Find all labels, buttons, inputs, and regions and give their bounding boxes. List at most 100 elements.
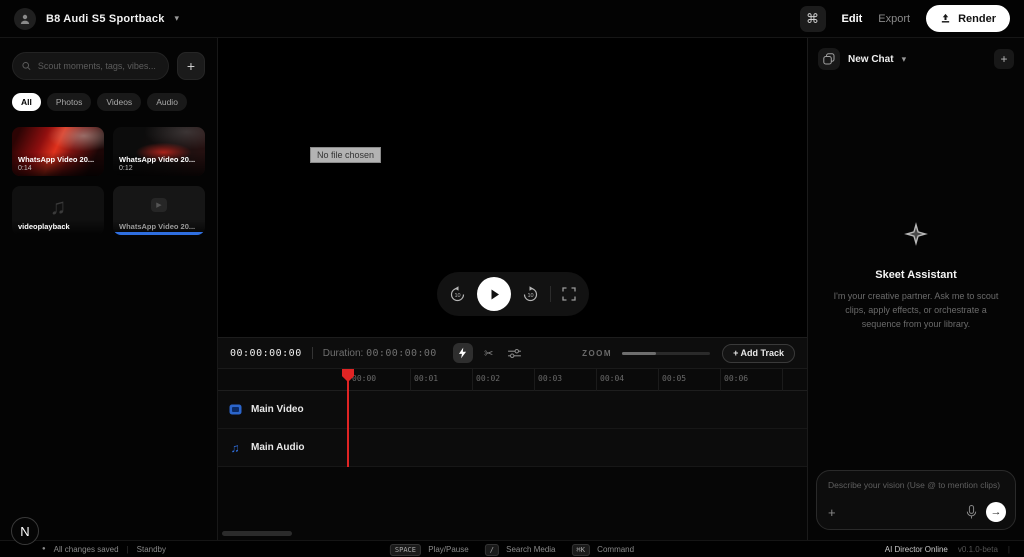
timeline-ruler[interactable]: 00:00 00:01 00:02 00:03 00:04 00:05 00:0… bbox=[218, 369, 807, 391]
magnetic-snap-button[interactable] bbox=[452, 343, 473, 363]
status-bar: ● All changes saved | Standby SPACE Play… bbox=[0, 540, 1024, 557]
play-icon bbox=[491, 289, 499, 299]
track-label: Main Audio bbox=[251, 442, 305, 453]
chevron-down-icon: ▾ bbox=[174, 13, 180, 23]
search-icon bbox=[22, 61, 31, 71]
chats-icon bbox=[823, 53, 835, 65]
ruler-tick-label: 00:06 bbox=[724, 374, 749, 383]
skip-back-10-button[interactable]: 10 bbox=[449, 285, 466, 303]
assistant-description: I'm your creative partner. Ask me to sco… bbox=[833, 291, 999, 329]
chat-sessions-button[interactable] bbox=[818, 48, 840, 70]
file-input[interactable]: No file chosen bbox=[310, 147, 382, 163]
director-status: AI Director Online bbox=[884, 544, 948, 554]
assistant-panel: New Chat ▾ + Skeet Assistant I'm your cr… bbox=[807, 38, 1024, 540]
send-arrow-icon: → bbox=[990, 506, 1002, 518]
zoom-label: ZOOM bbox=[582, 348, 613, 358]
attach-button[interactable]: + bbox=[828, 505, 836, 520]
track-main-video[interactable]: Main Video bbox=[218, 391, 807, 429]
chat-input-box[interactable]: + → bbox=[816, 470, 1016, 530]
lightning-icon bbox=[459, 347, 467, 359]
saved-status-icon: ● bbox=[42, 546, 46, 552]
playback-controls: 10 10 bbox=[436, 272, 589, 316]
media-library-panel: + All Photos Videos Audio WhatsApp Video… bbox=[0, 38, 218, 540]
kbd-space: SPACE bbox=[389, 543, 421, 556]
media-grid: WhatsApp Video 20... 0:14 WhatsApp Video… bbox=[12, 127, 205, 235]
media-card-audio[interactable]: ♫ videoplayback bbox=[12, 186, 104, 235]
timeline-toolbar: 00:00:00:00 Duration: 00:00:00:00 ✂ ZOOM… bbox=[218, 338, 807, 369]
command-palette-button[interactable]: ⌘ bbox=[799, 5, 826, 32]
render-icon bbox=[941, 13, 950, 23]
plus-icon: + bbox=[1000, 52, 1008, 66]
playhead-line[interactable] bbox=[347, 369, 349, 467]
svg-text:10: 10 bbox=[527, 293, 533, 299]
chat-input-field[interactable] bbox=[828, 480, 1004, 498]
media-search[interactable] bbox=[12, 52, 169, 80]
media-card-duration: 0:12 bbox=[119, 165, 133, 172]
media-card-label: WhatsApp Video 20... bbox=[119, 222, 196, 231]
media-card-video-1[interactable]: WhatsApp Video 20... 0:14 bbox=[12, 127, 104, 176]
media-card-label: videoplayback bbox=[18, 222, 70, 231]
user-avatar[interactable] bbox=[14, 7, 36, 30]
track-main-audio[interactable]: ♫ Main Audio bbox=[218, 429, 807, 467]
mic-button[interactable] bbox=[966, 505, 977, 519]
video-track-icon bbox=[228, 403, 242, 416]
add-track-button[interactable]: + Add Track bbox=[722, 343, 795, 363]
person-icon bbox=[20, 14, 30, 24]
filter-photos[interactable]: Photos bbox=[46, 93, 92, 111]
engine-status: Standby bbox=[136, 544, 166, 554]
zoom-slider[interactable] bbox=[622, 351, 711, 355]
timeline-scrollbar[interactable] bbox=[222, 531, 292, 536]
filter-audio[interactable]: Audio bbox=[147, 93, 187, 111]
scissors-icon: ✂ bbox=[484, 347, 494, 360]
timeline-tracks: Main Video ♫ Main Audio bbox=[218, 391, 807, 467]
project-switcher[interactable]: B8 Audi S5 Sportback ▾ bbox=[14, 7, 180, 30]
ruler-tick-label: 00:00 bbox=[352, 374, 377, 383]
play-button[interactable] bbox=[477, 277, 511, 311]
zoom-slider-fill bbox=[622, 351, 657, 355]
send-button[interactable]: → bbox=[986, 502, 1006, 522]
adjustments-button[interactable] bbox=[505, 343, 525, 363]
sparkle-icon bbox=[904, 222, 928, 246]
upload-progress-bar bbox=[113, 232, 205, 235]
duration-value: 00:00:00:00 bbox=[366, 347, 437, 359]
kbd-slash: / bbox=[484, 543, 499, 556]
music-note-icon: ♫ bbox=[49, 193, 67, 219]
ruler-tick-label: 00:03 bbox=[538, 374, 563, 383]
shortcut-label: Command bbox=[597, 544, 635, 554]
filter-videos[interactable]: Videos bbox=[97, 93, 142, 111]
nextjs-dev-badge[interactable]: N bbox=[11, 517, 39, 545]
add-media-button[interactable]: + bbox=[177, 52, 205, 80]
shortcut-label: Play/Pause bbox=[428, 544, 469, 554]
chat-header: New Chat ▾ + bbox=[808, 38, 1024, 80]
media-card-label: WhatsApp Video 20... bbox=[18, 155, 95, 164]
media-filters: All Photos Videos Audio bbox=[12, 93, 205, 111]
media-card-video-2[interactable]: WhatsApp Video 20... 0:12 bbox=[113, 127, 205, 176]
video-preview-area: No file chosen 10 10 bbox=[218, 38, 807, 337]
topbar-actions: ⌘ Edit Export Render bbox=[799, 5, 1010, 32]
media-card-video-loading[interactable]: ▶ WhatsApp Video 20... bbox=[113, 186, 205, 235]
edit-menu[interactable]: Edit bbox=[842, 13, 863, 25]
app-window: B8 Audi S5 Sportback ▾ ⌘ Edit Export Ren… bbox=[0, 0, 1024, 557]
kbd-cmd-k: ⌘K bbox=[571, 543, 590, 556]
chat-title[interactable]: New Chat bbox=[848, 54, 894, 65]
keyboard-shortcuts: SPACE Play/Pause / Search Media ⌘K Comma… bbox=[389, 543, 635, 556]
new-chat-button[interactable]: + bbox=[994, 49, 1014, 69]
export-menu[interactable]: Export bbox=[878, 13, 910, 25]
assistant-name: Skeet Assistant bbox=[875, 269, 957, 281]
search-input[interactable] bbox=[37, 61, 159, 71]
ruler-tick-label: 00:04 bbox=[600, 374, 625, 383]
fullscreen-button[interactable] bbox=[562, 287, 576, 301]
skip-forward-10-button[interactable]: 10 bbox=[522, 285, 539, 303]
render-button[interactable]: Render bbox=[926, 5, 1010, 32]
chevron-down-icon: ▾ bbox=[901, 53, 907, 64]
filter-all[interactable]: All bbox=[12, 93, 41, 111]
sliders-icon bbox=[508, 348, 522, 358]
ruler-tick-label: 00:02 bbox=[476, 374, 501, 383]
fullscreen-icon bbox=[562, 287, 576, 301]
ruler-tick-label: 00:01 bbox=[414, 374, 439, 383]
duration-label: Duration: bbox=[322, 347, 364, 359]
timeline-panel: 00:00:00:00 Duration: 00:00:00:00 ✂ ZOOM… bbox=[218, 337, 807, 540]
saved-status: All changes saved bbox=[53, 544, 119, 554]
media-card-label: WhatsApp Video 20... bbox=[119, 155, 196, 164]
cut-button[interactable]: ✂ bbox=[479, 343, 499, 363]
